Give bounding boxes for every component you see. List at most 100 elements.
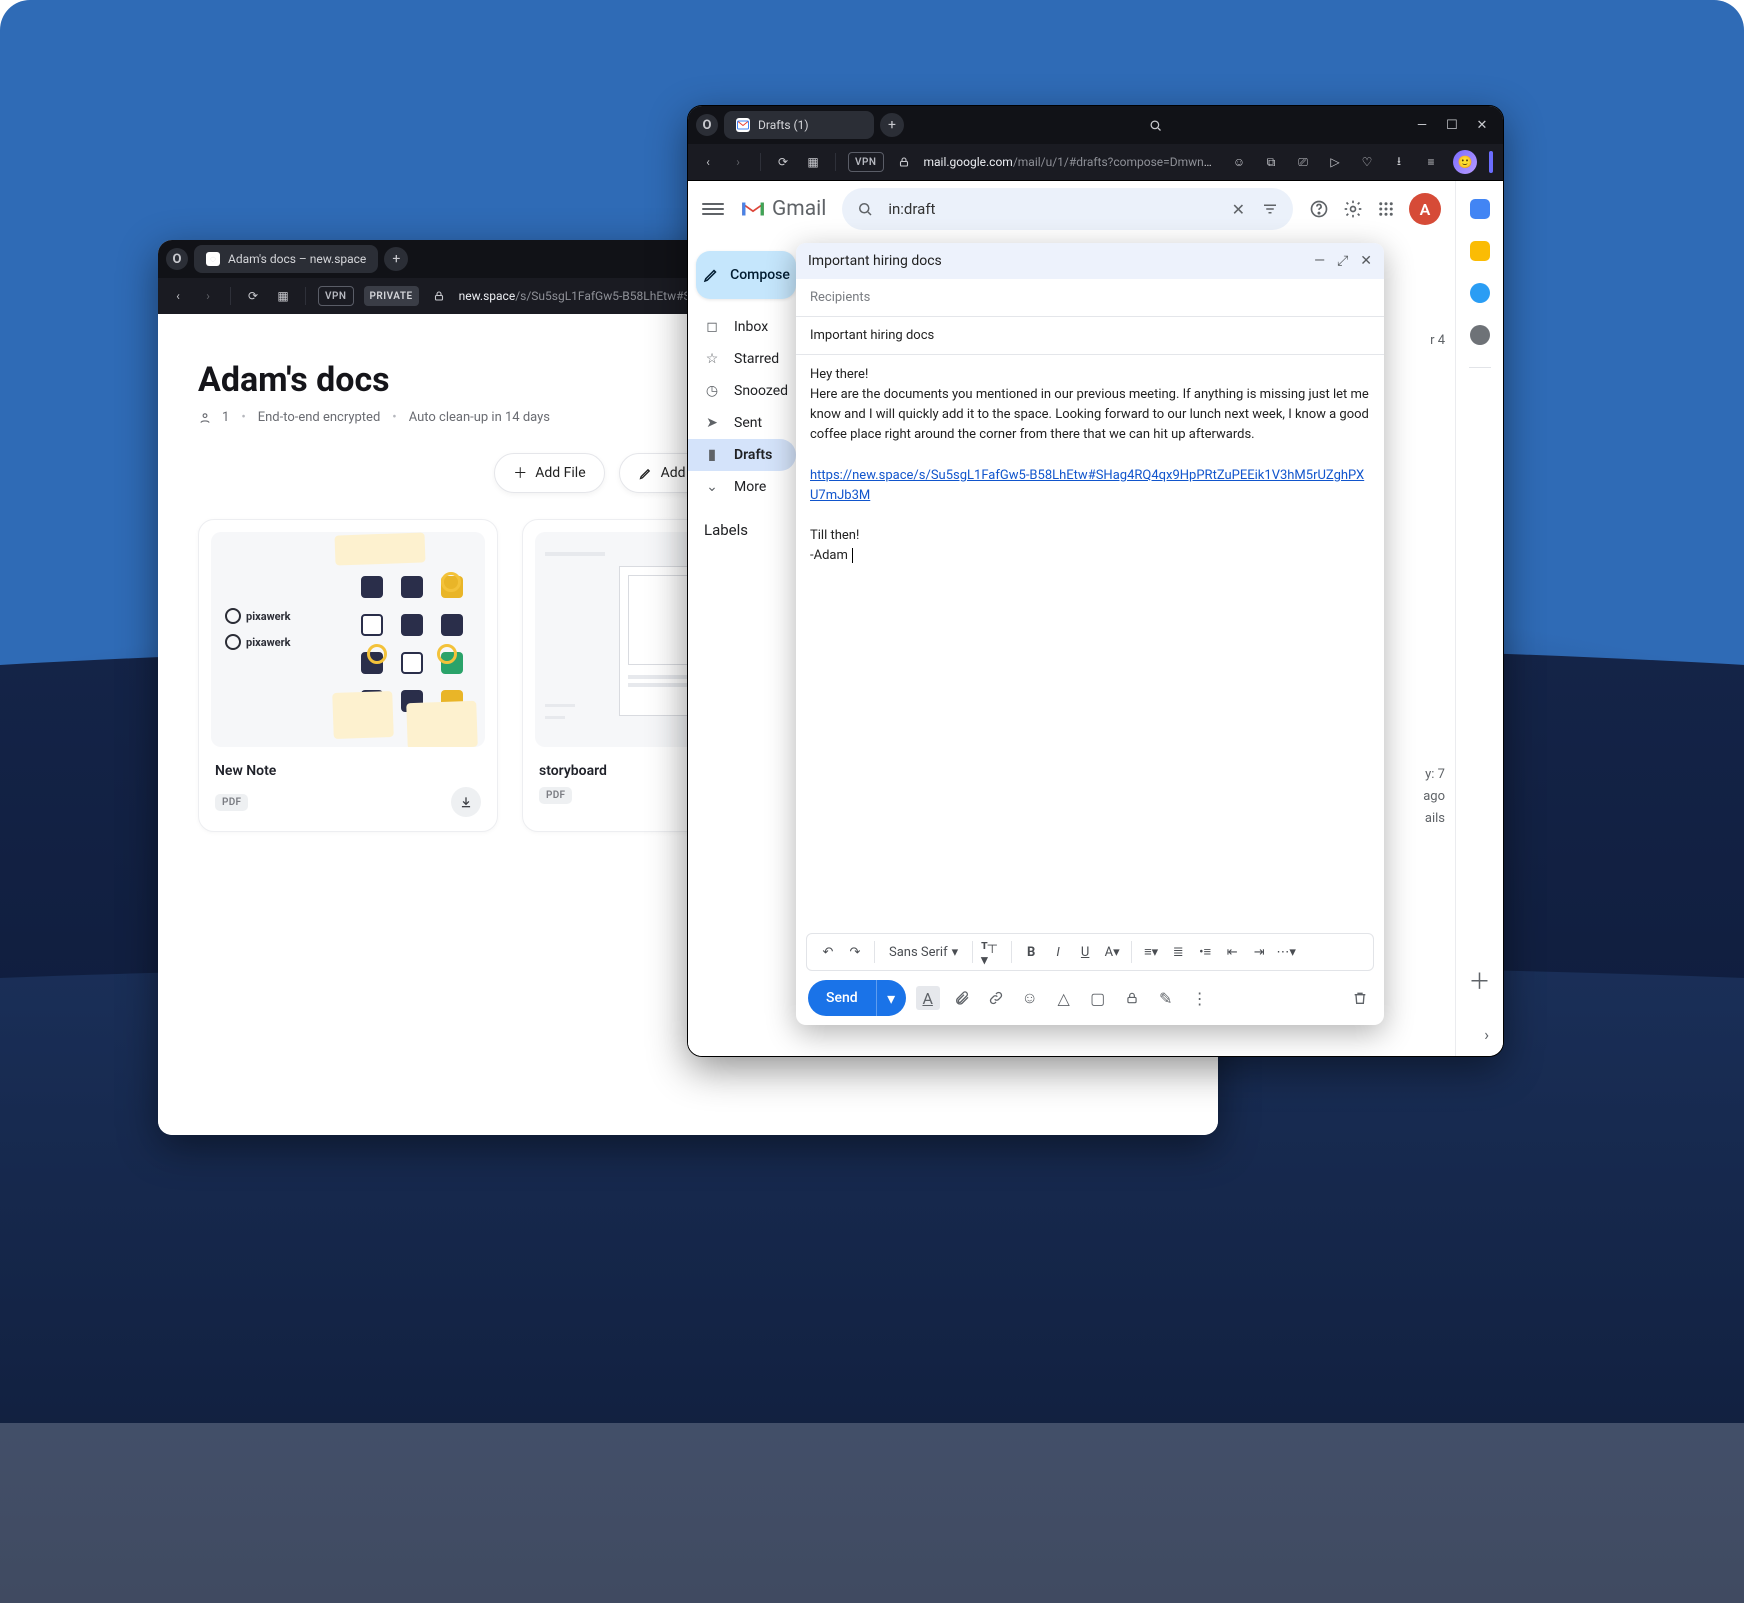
smiley-icon[interactable]: ☺	[1229, 152, 1249, 172]
compose-title: Important hiring docs	[808, 253, 942, 269]
camera-icon[interactable]: ⎚	[1293, 152, 1313, 172]
member-count: 1	[222, 410, 229, 425]
attach-button[interactable]	[950, 986, 974, 1010]
insert-link-button[interactable]	[984, 986, 1008, 1010]
tabstrip-search-icon[interactable]	[1146, 115, 1166, 135]
window-controls: — ☐ ✕	[1415, 118, 1495, 133]
plus-icon: ＋	[513, 463, 527, 483]
tasks-icon[interactable]	[1470, 283, 1490, 303]
calendar-icon[interactable]	[1470, 199, 1490, 219]
undo-button[interactable]: ↶	[817, 941, 839, 963]
align-button[interactable]: ≡▾	[1140, 941, 1162, 963]
forward-button[interactable]: ›	[728, 152, 748, 172]
menu-icon[interactable]: ≡	[1421, 152, 1441, 172]
contacts-icon[interactable]	[1470, 325, 1490, 345]
add-file-label: Add File	[535, 465, 585, 481]
search-clear-icon[interactable]: ✕	[1232, 200, 1245, 219]
encrypted-label: End-to-end encrypted	[258, 410, 381, 425]
collapse-panel-button[interactable]: ›	[1484, 1025, 1489, 1044]
sidebar-item-snoozed[interactable]: ◷Snoozed	[688, 375, 796, 407]
tab-strip: O Drafts (1) + — ☐ ✕	[688, 106, 1503, 144]
discard-button[interactable]	[1348, 986, 1372, 1010]
vpn-badge[interactable]: VPN	[848, 152, 884, 172]
addons-button[interactable]: ＋	[1468, 964, 1490, 996]
sidebar-item-starred[interactable]: ☆Starred	[688, 343, 796, 375]
send-button[interactable]: Send ▾	[808, 980, 906, 1016]
apps-icon[interactable]: ▦	[803, 152, 823, 172]
redo-button[interactable]: ↷	[844, 941, 866, 963]
vpn-badge[interactable]: VPN	[318, 286, 354, 306]
lock-icon[interactable]	[429, 286, 449, 306]
gmail-search[interactable]: ✕	[842, 188, 1293, 230]
keep-icon[interactable]	[1470, 241, 1490, 261]
url-field[interactable]: mail.google.com/mail/u/1/#drafts?compose…	[924, 155, 1220, 169]
apps-grid-icon[interactable]	[1377, 200, 1395, 218]
compose-minimize-icon[interactable]: —	[1314, 253, 1325, 269]
help-icon[interactable]	[1309, 199, 1329, 219]
sidebar-item-sent[interactable]: ➤Sent	[688, 407, 796, 439]
sidebar-item-drafts[interactable]: ▮Drafts	[688, 439, 796, 471]
compose-header[interactable]: Important hiring docs — ⤢ ✕	[796, 243, 1384, 279]
compose-body[interactable]: Hey there! Here are the documents you me…	[796, 355, 1384, 933]
pencil-icon	[638, 466, 653, 481]
signature-button[interactable]: ✎	[1154, 986, 1178, 1010]
browser-tab[interactable]: Drafts (1)	[724, 111, 874, 139]
underline-button[interactable]: U	[1074, 941, 1096, 963]
apps-icon[interactable]: ▦	[273, 286, 293, 306]
back-button[interactable]: ‹	[698, 152, 718, 172]
send-label: Send	[808, 990, 876, 1006]
body-link[interactable]: https://new.space/s/Su5sgL1FafGw5-B58LhE…	[810, 468, 1364, 503]
hamburger-button[interactable]	[702, 198, 724, 220]
cleanup-label: Auto clean-up in 14 days	[409, 410, 550, 425]
reload-button[interactable]: ⟳	[773, 152, 793, 172]
fontsize-button[interactable]: т┬ ▾	[981, 941, 1003, 963]
outdent-button[interactable]: ⇤	[1221, 941, 1243, 963]
sidebar-item-inbox[interactable]: ◻Inbox	[688, 311, 796, 343]
recipients-field[interactable]: Recipients	[796, 279, 1384, 317]
italic-button[interactable]: I	[1047, 941, 1069, 963]
bulletlist-button[interactable]: •≡	[1194, 941, 1216, 963]
new-tab-button[interactable]: +	[880, 113, 904, 137]
textcolor-button[interactable]: A▾	[1101, 941, 1123, 963]
font-selector[interactable]: Sans Serif ▾	[883, 945, 964, 960]
new-tab-button[interactable]: +	[384, 247, 408, 271]
search-options-icon[interactable]	[1261, 200, 1279, 218]
compose-expand-icon[interactable]: ⤢	[1337, 253, 1348, 269]
minimize-button[interactable]: —	[1415, 118, 1429, 133]
lock-icon[interactable]	[894, 152, 914, 172]
download-button[interactable]	[451, 787, 481, 817]
popup-icon[interactable]: ⧉	[1261, 152, 1281, 172]
maximize-button[interactable]: ☐	[1445, 118, 1459, 133]
search-input[interactable]	[886, 199, 1219, 219]
close-button[interactable]: ✕	[1475, 118, 1489, 133]
compose-footer: Send ▾ A ☺ △ ▢ ✎ ⋮	[796, 971, 1384, 1025]
add-file-button[interactable]: ＋ Add File	[494, 453, 604, 493]
formatting-toggle-button[interactable]: A	[916, 986, 940, 1010]
play-icon[interactable]: ▷	[1325, 152, 1345, 172]
emoji-button[interactable]: ☺	[1018, 986, 1042, 1010]
compose-close-icon[interactable]: ✕	[1360, 253, 1372, 269]
settings-icon[interactable]	[1343, 199, 1363, 219]
back-button[interactable]: ‹	[168, 286, 188, 306]
sidebar-handle[interactable]	[1489, 151, 1493, 173]
forward-button[interactable]: ›	[198, 286, 218, 306]
compose-button[interactable]: Compose	[696, 251, 796, 299]
drive-button[interactable]: △	[1052, 986, 1076, 1010]
indent-button[interactable]: ⇥	[1248, 941, 1270, 963]
image-button[interactable]: ▢	[1086, 986, 1110, 1010]
profile-avatar[interactable]: 🙂	[1453, 150, 1477, 174]
download-icon[interactable]: ⭳	[1389, 152, 1409, 172]
reload-button[interactable]: ⟳	[243, 286, 263, 306]
more-format-button[interactable]: ⋯▾	[1275, 941, 1297, 963]
file-card[interactable]: pixawerk pixawerk New Note	[198, 519, 498, 832]
account-avatar[interactable]: A	[1409, 193, 1441, 225]
sidebar-item-more[interactable]: ⌄More	[688, 471, 796, 503]
subject-field[interactable]: Important hiring docs	[796, 317, 1384, 355]
browser-tab[interactable]: ◌ Adam's docs – new.space	[194, 245, 378, 273]
more-options-button[interactable]: ⋮	[1188, 986, 1212, 1010]
numlist-button[interactable]: ≣	[1167, 941, 1189, 963]
send-options-button[interactable]: ▾	[876, 980, 906, 1016]
bold-button[interactable]: B	[1020, 941, 1042, 963]
heart-icon[interactable]: ♡	[1357, 152, 1377, 172]
confidential-button[interactable]	[1120, 986, 1144, 1010]
